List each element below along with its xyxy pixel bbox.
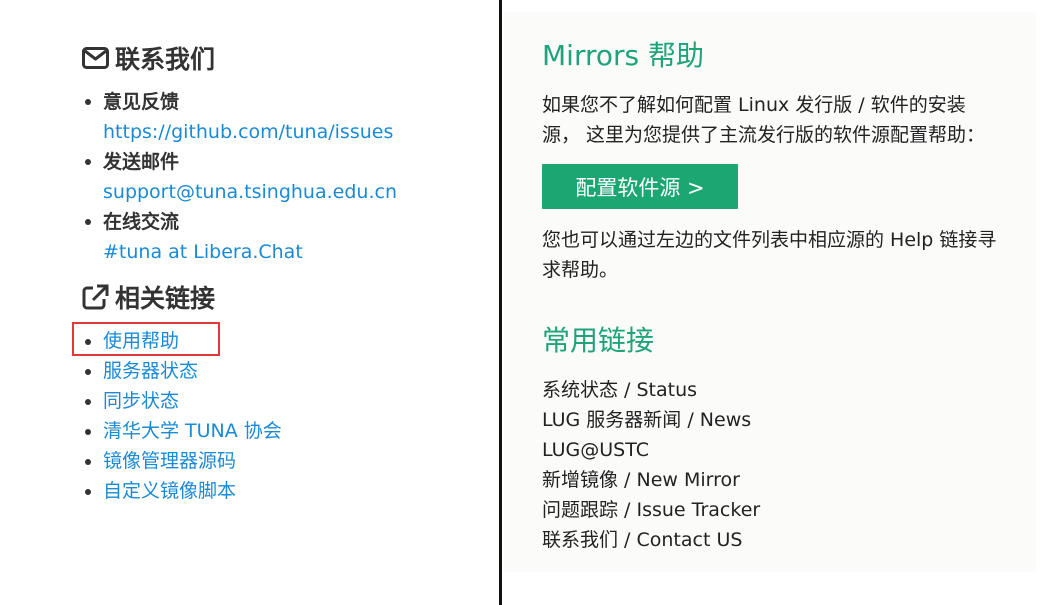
highlight-box (72, 322, 220, 356)
chat-label: 在线交流 (103, 211, 180, 233)
issue-tracker-link[interactable]: 问题跟踪 / Issue Tracker (542, 499, 760, 521)
common-links-title: 常用链接 (542, 324, 655, 357)
email-label: 发送邮件 (103, 151, 180, 173)
server-status-link[interactable]: 服务器状态 (103, 360, 198, 382)
list-item: 同步状态 (82, 386, 282, 416)
new-mirror-link[interactable]: 新增镜像 / New Mirror (542, 469, 740, 491)
mirrors-help-intro: 如果您不了解如何配置 Linux 发行版 / 软件的安装源， 这里为您提供了主流… (542, 94, 986, 146)
news-link[interactable]: LUG 服务器新闻 / News (542, 409, 751, 431)
tuna-association-link[interactable]: 清华大学 TUNA 协会 (103, 420, 282, 442)
list-item: 系统状态 / Status (542, 375, 760, 405)
custom-mirror-script-link[interactable]: 自定义镜像脚本 (103, 480, 236, 502)
list-item: 新增镜像 / New Mirror (542, 465, 760, 495)
list-item: 问题跟踪 / Issue Tracker (542, 495, 760, 525)
envelope-icon (82, 47, 109, 69)
chat-link[interactable]: #tuna at Libera.Chat (103, 236, 397, 268)
common-links-list: 系统状态 / Status LUG 服务器新闻 / News LUG@USTC … (542, 375, 760, 555)
list-item: LUG 服务器新闻 / News (542, 405, 760, 435)
list-item: 服务器状态 (82, 356, 282, 386)
list-item: LUG@USTC (542, 435, 760, 465)
help-panel: Mirrors 帮助 如果您不了解如何配置 Linux 发行版 / 软件的安装源… (504, 12, 1036, 572)
list-item: 在线交流 #tuna at Libera.Chat (82, 208, 397, 268)
feedback-label: 意见反馈 (103, 91, 180, 113)
mirrors-help-outro: 您也可以通过左边的文件列表中相应源的 Help 链接寻求帮助。 (542, 229, 997, 281)
list-item: 镜像管理器源码 (82, 446, 282, 476)
left-panel: 联系我们 意见反馈 https://github.com/tuna/issues… (0, 0, 500, 605)
related-heading: 相关链接 (82, 279, 215, 315)
external-link-icon (82, 284, 109, 310)
sync-status-link[interactable]: 同步状态 (103, 390, 179, 412)
related-title: 相关链接 (115, 284, 216, 313)
list-item: 清华大学 TUNA 协会 (82, 416, 282, 446)
right-panel: Mirrors 帮助 如果您不了解如何配置 Linux 发行版 / 软件的安装源… (502, 0, 1044, 605)
configure-sources-button[interactable]: 配置软件源 > (542, 164, 738, 209)
mirror-manager-source-link[interactable]: 镜像管理器源码 (103, 450, 236, 472)
list-item: 联系我们 / Contact US (542, 525, 760, 555)
mirrors-help-title: Mirrors 帮助 (542, 39, 704, 72)
status-link[interactable]: 系统状态 / Status (542, 379, 697, 401)
list-item: 意见反馈 https://github.com/tuna/issues (82, 88, 397, 148)
list-item: 自定义镜像脚本 (82, 476, 282, 506)
feedback-link[interactable]: https://github.com/tuna/issues (103, 116, 397, 148)
lug-ustc-link[interactable]: LUG@USTC (542, 439, 649, 461)
contact-list: 意见反馈 https://github.com/tuna/issues 发送邮件… (82, 88, 397, 268)
contact-title: 联系我们 (115, 45, 216, 74)
contact-heading: 联系我们 (82, 40, 215, 76)
list-item: 发送邮件 support@tuna.tsinghua.edu.cn (82, 148, 397, 208)
email-link[interactable]: support@tuna.tsinghua.edu.cn (103, 176, 397, 208)
contact-us-link[interactable]: 联系我们 / Contact US (542, 529, 742, 551)
